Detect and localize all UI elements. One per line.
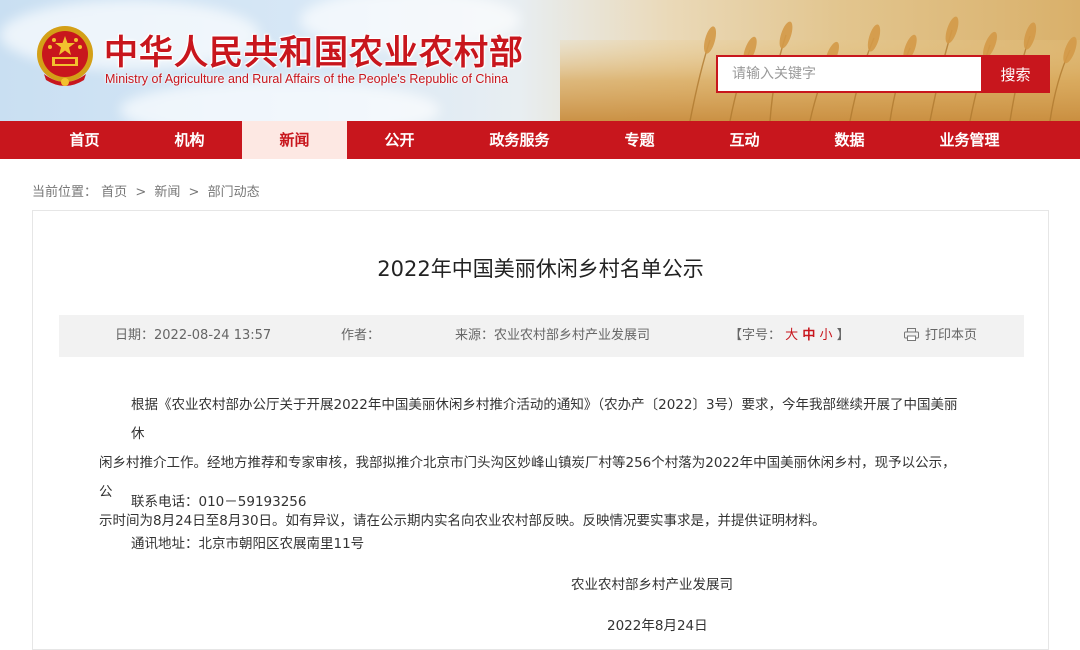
address-value: 北京市朝阳区农展南里11号 [198,536,365,552]
print-label: 打印本页 [925,328,978,343]
nav-item-public[interactable]: 公开 [347,121,452,159]
article-body: 根据《农业农村部办公厅关于开展2022年中国美丽休闲乡村推介活动的通知》（农办产… [99,391,963,536]
font-size-control: 【字号： 大 中 小 】 [729,315,850,357]
breadcrumb: 当前位置： 首页 > 新闻 > 部门动态 [32,181,260,200]
meta-author-label: 作者： [341,328,381,343]
nav-item-topics[interactable]: 专题 [587,121,692,159]
meta-date-label: 日期： [115,328,155,343]
cloud-decoration [120,80,440,121]
article-signature: 农业农村部乡村产业发展司 [571,577,733,593]
breadcrumb-link-news[interactable]: 新闻 [154,185,180,200]
site-title-cn: 中华人民共和国农业农村部 [104,33,524,73]
main-nav: 首页 机构 新闻 公开 政务服务 专题 互动 数据 业务管理 [0,121,1080,159]
nav-item-home[interactable]: 首页 [32,121,137,159]
contact-phone: 联系电话：010－59193256 [131,490,306,510]
font-size-small-button[interactable]: 小 [819,328,832,343]
nav-item-gov-services[interactable]: 政务服务 [452,121,587,159]
print-button[interactable]: 打印本页 [904,315,977,357]
phone-label: 联系电话： [131,494,199,510]
contact-address: 通讯地址：北京市朝阳区农展南里11号 [131,532,364,552]
meta-author: 作者： [341,315,380,357]
meta-date-value: 2022-08-24 13:57 [154,328,272,343]
nav-item-data[interactable]: 数据 [797,121,902,159]
national-emblem-logo [37,26,93,86]
meta-source-label: 来源： [455,328,495,343]
nav-item-news[interactable]: 新闻 [242,121,347,159]
article-card: 2022年中国美丽休闲乡村名单公示 日期：2022-08-24 13:57 作者… [32,210,1049,650]
meta-date: 日期：2022-08-24 13:57 [115,315,271,357]
body-line-1: 根据《农业农村部办公厅关于开展2022年中国美丽休闲乡村推介活动的通知》（农办产… [131,397,958,442]
breadcrumb-separator: > [135,185,147,200]
meta-source-value: 农业农村部乡村产业发展司 [494,328,651,343]
nav-item-organization[interactable]: 机构 [137,121,242,159]
search-button[interactable]: 搜索 [981,55,1050,93]
font-size-close: 】 [836,328,850,343]
nav-item-interaction[interactable]: 互动 [692,121,797,159]
article-sign-date: 2022年8月24日 [607,618,708,634]
search-input[interactable] [716,55,981,93]
font-size-large-button[interactable]: 大 [785,328,798,343]
site-banner: 中华人民共和国农业农村部 Ministry of Agriculture and… [0,0,1080,121]
nav-item-business-management[interactable]: 业务管理 [902,121,1037,159]
breadcrumb-prefix: 当前位置： [32,185,98,200]
meta-source: 来源：农业农村部乡村产业发展司 [455,315,650,357]
breadcrumb-link-home[interactable]: 首页 [101,185,127,200]
breadcrumb-separator: > [188,185,200,200]
font-size-label: 【字号： [729,328,782,343]
address-label: 通讯地址： [131,536,199,552]
search-box: 搜索 [716,55,1050,93]
font-size-medium-button[interactable]: 中 [802,328,815,343]
breadcrumb-link-department-news[interactable]: 部门动态 [208,185,260,200]
article-meta-bar: 日期：2022-08-24 13:57 作者： 来源：农业农村部乡村产业发展司 … [59,315,1024,357]
printer-icon [904,327,919,341]
site-title-en: Ministry of Agriculture and Rural Affair… [105,72,509,86]
article-title: 2022年中国美丽休闲乡村名单公示 [377,257,704,281]
phone-value: 010－59193256 [198,494,307,510]
